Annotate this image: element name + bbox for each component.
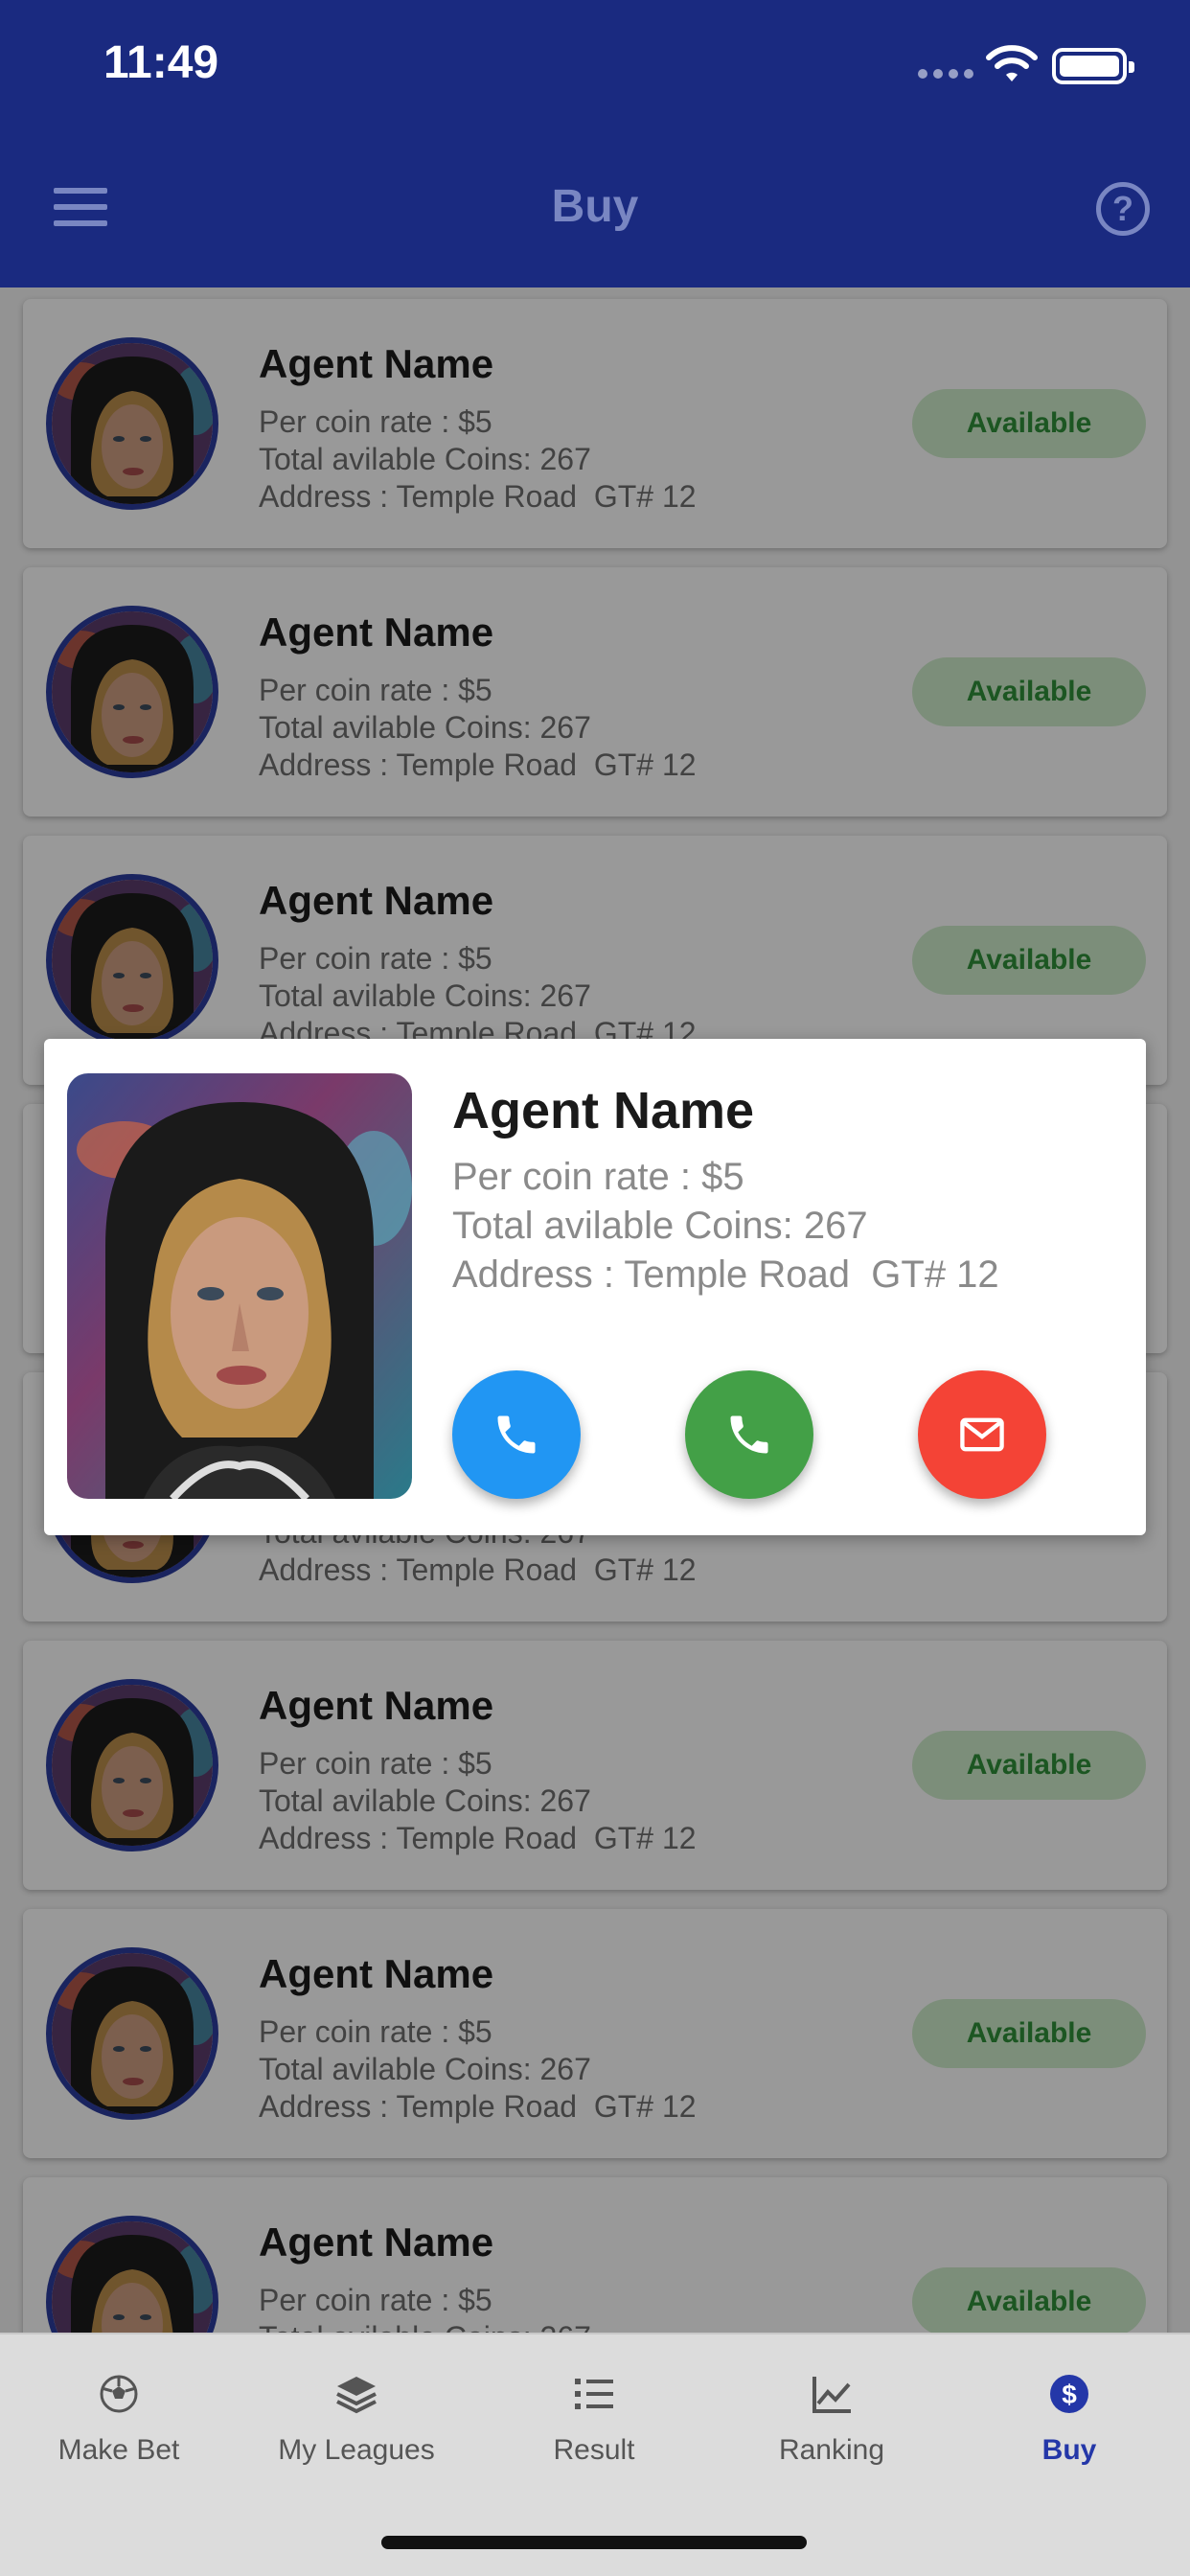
tab-make-bet[interactable]: Make Bet: [0, 2334, 238, 2488]
tab-buy[interactable]: $ Buy: [950, 2334, 1188, 2488]
cellular-signal-icon: [918, 69, 973, 79]
tab-my-leagues[interactable]: My Leagues: [238, 2334, 475, 2488]
email-button[interactable]: [918, 1370, 1046, 1499]
page-title: Buy: [551, 181, 639, 232]
tab-label: Make Bet: [57, 2434, 180, 2466]
mail-icon: [960, 1417, 1004, 1452]
modal-address: Address : Temple Road GT# 12: [452, 1254, 999, 1296]
list-icon: [575, 2379, 613, 2409]
tab-label: Ranking: [778, 2434, 885, 2466]
tab-label: Result: [553, 2434, 635, 2466]
modal-agent-name: Agent Name: [452, 1082, 755, 1139]
modal-available-coins: Total avilable Coins: 267: [452, 1205, 868, 1247]
tab-label: Buy: [1041, 2434, 1097, 2466]
modal-coin-rate: Per coin rate : $5: [452, 1156, 744, 1198]
status-time: 11:49: [103, 37, 219, 88]
app-header: 11:49 Buy ?: [0, 0, 1190, 288]
home-indicator: [381, 2536, 807, 2549]
tab-ranking[interactable]: Ranking: [713, 2334, 950, 2488]
wifi-icon: [986, 45, 1038, 81]
agent-photo: [67, 1073, 412, 1499]
agent-detail-modal: Agent Name Per coin rate : $5 Total avil…: [44, 1039, 1146, 1535]
tab-label: My Leagues: [278, 2434, 435, 2466]
dollar-icon: $: [1050, 2375, 1088, 2413]
tab-result[interactable]: Result: [475, 2334, 713, 2488]
whatsapp-call-button[interactable]: [685, 1370, 813, 1499]
chart-icon: [812, 2377, 851, 2413]
soccer-ball-icon: [100, 2375, 138, 2413]
phone-icon: [730, 1415, 768, 1454]
svg-text:$: $: [1062, 2380, 1077, 2409]
phone-icon: [497, 1415, 536, 1454]
help-icon[interactable]: ?: [1096, 182, 1150, 236]
layers-icon: [336, 2377, 377, 2414]
call-button[interactable]: [452, 1370, 581, 1499]
battery-icon: [1052, 48, 1134, 84]
